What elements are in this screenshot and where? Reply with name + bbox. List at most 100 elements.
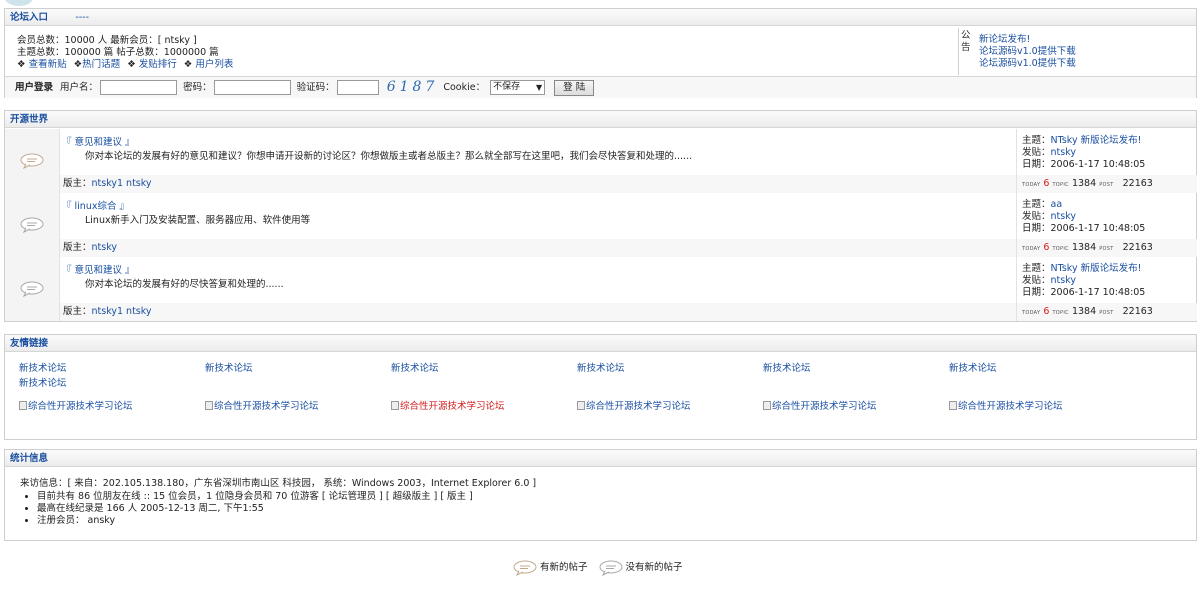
friend-image-link[interactable]: 综合性开源技术学习论坛 bbox=[391, 398, 505, 412]
moderator-links[interactable]: ntsky1 ntsky bbox=[92, 178, 152, 189]
post-tag: POST bbox=[1099, 310, 1114, 316]
friend-image-alt: 综合性开源技术学习论坛 bbox=[958, 401, 1063, 412]
diamond-icon: ❖ bbox=[17, 59, 26, 70]
topic-tag: TOPIC bbox=[1052, 182, 1069, 188]
forum-name-link[interactable]: 『 意见和建议 』 bbox=[62, 262, 135, 276]
notice-item[interactable]: 论坛源码v1.0提供下载 bbox=[979, 58, 1076, 70]
legend: 有新的帖子 没有新的帖子 bbox=[513, 559, 691, 577]
friend-image-alt: 综合性开源技术学习论坛 bbox=[772, 401, 877, 412]
forum-status-cell bbox=[5, 257, 60, 321]
notice-list: 新论坛发布! 论坛源码v1.0提供下载 论坛源码v1.0提供下载 bbox=[979, 34, 1076, 70]
forum-counts: TODAY 6 TOPIC 1384 POST 22163 bbox=[1017, 303, 1197, 321]
today-count: 6 bbox=[1043, 178, 1050, 189]
friend-text-link[interactable]: 新技术论坛 bbox=[19, 375, 67, 389]
quick-links: ❖ 查看新贴 ❖热门话题 ❖ 发贴排行 ❖ 用户列表 bbox=[17, 59, 237, 71]
forum-moderators: 版主：ntsky1 ntsky bbox=[60, 303, 1016, 321]
forum-description: 你对本论坛的发展有好的尽快答复和处理的...... bbox=[85, 279, 284, 290]
forum-name-link[interactable]: 『 linux综合 』 bbox=[62, 198, 129, 212]
last-author-link[interactable]: ntsky bbox=[1051, 275, 1076, 286]
last-topic-link[interactable]: NTsky 新版论坛发布! bbox=[1051, 263, 1142, 274]
username-input[interactable] bbox=[100, 80, 178, 95]
broken-image-icon bbox=[949, 400, 957, 410]
legend-no-new-posts: 没有新的帖子 bbox=[625, 562, 683, 573]
broken-image-icon bbox=[577, 400, 585, 410]
notice-label: 公告 bbox=[961, 30, 971, 53]
friend-image-link[interactable]: 综合性开源技术学习论坛 bbox=[577, 398, 691, 412]
notice-item[interactable]: 论坛源码v1.0提供下载 bbox=[979, 46, 1076, 58]
last-topic-label: 主题： bbox=[1022, 263, 1051, 274]
last-topic-link[interactable]: NTsky 新版论坛发布! bbox=[1051, 135, 1142, 146]
last-post-cell: 主题：NTsky 新版论坛发布! 发贴：ntsky 日期：2006-1-17 1… bbox=[1016, 129, 1197, 193]
last-author-link[interactable]: ntsky bbox=[1051, 147, 1076, 158]
friend-image-link[interactable]: 综合性开源技术学习论坛 bbox=[763, 398, 877, 412]
last-author-link[interactable]: ntsky bbox=[1051, 211, 1076, 222]
username-label: 用户名： bbox=[60, 82, 99, 93]
moderator-label: 版主： bbox=[63, 242, 92, 253]
forum-counts: TODAY 6 TOPIC 1384 POST 22163 bbox=[1017, 239, 1197, 257]
captcha-label: 验证码： bbox=[296, 82, 335, 93]
quick-link-new-posts[interactable]: 查看新贴 bbox=[29, 59, 67, 70]
friend-text-link[interactable]: 新技术论坛 bbox=[205, 360, 253, 374]
last-post-date: 日期：2006-1-17 10:48:05 bbox=[1022, 159, 1146, 170]
notice-item[interactable]: 新论坛发布! bbox=[979, 34, 1076, 46]
forum-entry-panel: 论坛入口 ---- 会员总数：10000 人 最新会员：[ ntsky ] 主题… bbox=[4, 8, 1197, 98]
forum-description: 你对本论坛的发展有好的意见和建议？你想申请开设新的讨论区？你想做版主或者总版主？… bbox=[85, 151, 693, 162]
broken-image-icon bbox=[205, 400, 213, 410]
last-topic-link[interactable]: aa bbox=[1051, 199, 1063, 210]
cookie-select-value: 不保存 bbox=[493, 82, 521, 92]
friend-image-alt: 综合性开源技术学习论坛 bbox=[28, 401, 133, 412]
broken-image-icon bbox=[19, 400, 27, 410]
forum-counts: TODAY 6 TOPIC 1384 POST 22163 bbox=[1017, 175, 1197, 193]
forum-entry-dash-link[interactable]: ---- bbox=[75, 12, 89, 23]
quick-link-post-ranking[interactable]: 发贴排行 bbox=[139, 59, 177, 70]
forum-moderators: 版主：ntsky bbox=[60, 239, 1016, 257]
login-button[interactable]: 登 陆 bbox=[554, 79, 595, 96]
forum-row: 『 意见和建议 』 你对本论坛的发展有好的意见和建议？你想申请开设新的讨论区？你… bbox=[5, 129, 1197, 193]
forum-name-link[interactable]: 『 意见和建议 』 bbox=[62, 134, 135, 148]
moderator-links[interactable]: ntsky bbox=[92, 242, 117, 253]
diamond-icon: ❖ bbox=[127, 59, 136, 70]
statistics-title: 统计信息 bbox=[10, 453, 49, 464]
cookie-select[interactable]: 不保存 ▼ bbox=[490, 80, 546, 95]
forum-entry-title: 论坛入口 bbox=[10, 12, 49, 23]
captcha-input[interactable] bbox=[336, 80, 379, 95]
friend-text-link[interactable]: 新技术论坛 bbox=[577, 360, 625, 374]
login-title: 用户登录 bbox=[15, 82, 54, 93]
friend-image-alt: 综合性开源技术学习论坛 bbox=[214, 401, 319, 412]
friend-text-link[interactable]: 新技术论坛 bbox=[391, 360, 439, 374]
no-new-posts-bubble-icon bbox=[20, 281, 44, 297]
friend-image-link[interactable]: 综合性开源技术学习论坛 bbox=[205, 398, 319, 412]
statistics-panel: 统计信息 来访信息：[ 来自：202.105.138.180，广东省深圳市南山区… bbox=[4, 449, 1197, 541]
moderator-links[interactable]: ntsky1 ntsky bbox=[92, 306, 152, 317]
today-tag: TODAY bbox=[1022, 182, 1041, 188]
cookie-label: Cookie： bbox=[443, 82, 486, 93]
forum-entry-header: 论坛入口 ---- bbox=[5, 9, 1196, 26]
friend-image-alt: 综合性开源技术学习论坛 bbox=[400, 401, 505, 412]
friend-text-link[interactable]: 新技术论坛 bbox=[763, 360, 811, 374]
forum-section-title: 开源世界 bbox=[10, 114, 49, 125]
forum-status-cell bbox=[5, 129, 60, 193]
new-posts-bubble-icon bbox=[20, 153, 44, 169]
friend-text-link[interactable]: 新技术论坛 bbox=[19, 360, 67, 374]
today-count: 6 bbox=[1043, 242, 1050, 253]
chevron-down-icon: ▼ bbox=[535, 83, 543, 92]
no-new-posts-bubble-icon bbox=[20, 217, 44, 233]
topic-count: 1384 bbox=[1071, 306, 1097, 317]
today-tag: TODAY bbox=[1022, 310, 1041, 316]
quick-link-user-list[interactable]: 用户列表 bbox=[195, 59, 233, 70]
forum-description: Linux新手入门及安装配置、服务器应用、软件使用等 bbox=[85, 215, 311, 226]
friend-links-panel: 友情链接 新技术论坛 新技术论坛 新技术论坛 新技术论坛 新技术论坛 新技术论坛… bbox=[4, 334, 1197, 440]
friend-image-link[interactable]: 综合性开源技术学习论坛 bbox=[19, 398, 133, 412]
moderator-label: 版主： bbox=[63, 306, 92, 317]
new-posts-bubble-icon bbox=[513, 560, 537, 576]
forum-stats: 会员总数：10000 人 最新会员：[ ntsky ] 主题总数：100000 … bbox=[17, 35, 237, 71]
post-tag: POST bbox=[1099, 246, 1114, 252]
friend-image-link[interactable]: 综合性开源技术学习论坛 bbox=[949, 398, 1063, 412]
topic-count: 1384 bbox=[1071, 178, 1097, 189]
last-post-cell: 主题：NTsky 新版论坛发布! 发贴：ntsky 日期：2006-1-17 1… bbox=[1016, 257, 1197, 321]
friend-text-link[interactable]: 新技术论坛 bbox=[949, 360, 997, 374]
quick-link-hot-topics[interactable]: 热门话题 bbox=[82, 59, 120, 70]
forum-row: 『 linux综合 』 Linux新手入门及安装配置、服务器应用、软件使用等 版… bbox=[5, 193, 1197, 257]
login-form: 用户登录 用户名： 密码： 验证码： 6187 Cookie： 不保存 ▼ 登 陆 bbox=[5, 76, 1196, 98]
password-input[interactable] bbox=[213, 80, 291, 95]
